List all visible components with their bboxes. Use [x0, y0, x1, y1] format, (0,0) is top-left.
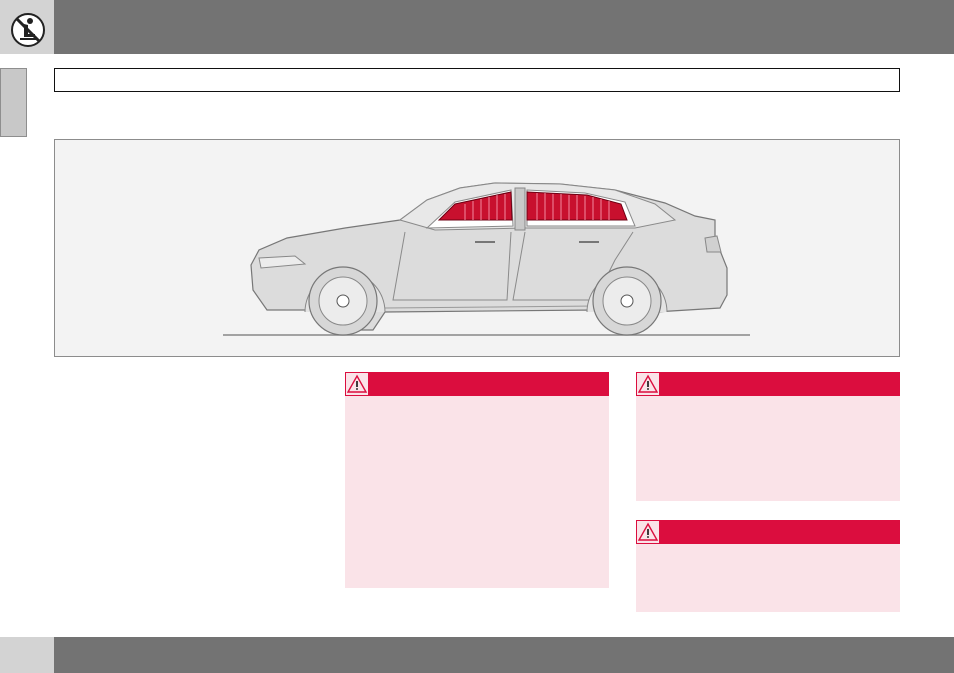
warning-triangle-icon — [638, 374, 658, 393]
warning-text — [345, 396, 609, 408]
warning-box-1 — [345, 372, 609, 588]
warning-text — [636, 544, 900, 556]
warning-triangle-icon — [638, 522, 658, 541]
child-seat-prohibited-icon — [11, 13, 45, 47]
chapter-tab — [0, 68, 27, 137]
warning-icon-box — [636, 372, 660, 396]
warning-box-3 — [636, 520, 900, 612]
car-illustration — [54, 139, 900, 357]
warning-header — [345, 372, 609, 396]
car-side-view-image — [223, 182, 750, 336]
warning-header — [636, 520, 900, 544]
bottom-bar — [0, 637, 954, 673]
warning-icon-box — [636, 520, 660, 544]
section-title-box — [54, 68, 900, 92]
warning-box-2 — [636, 372, 900, 501]
section-icon-box — [0, 0, 54, 54]
page-number — [0, 637, 54, 673]
warning-triangle-icon — [347, 374, 367, 393]
top-bar — [0, 0, 954, 54]
warning-text — [636, 396, 900, 408]
warning-header — [636, 372, 900, 396]
warning-icon-box — [345, 372, 369, 396]
